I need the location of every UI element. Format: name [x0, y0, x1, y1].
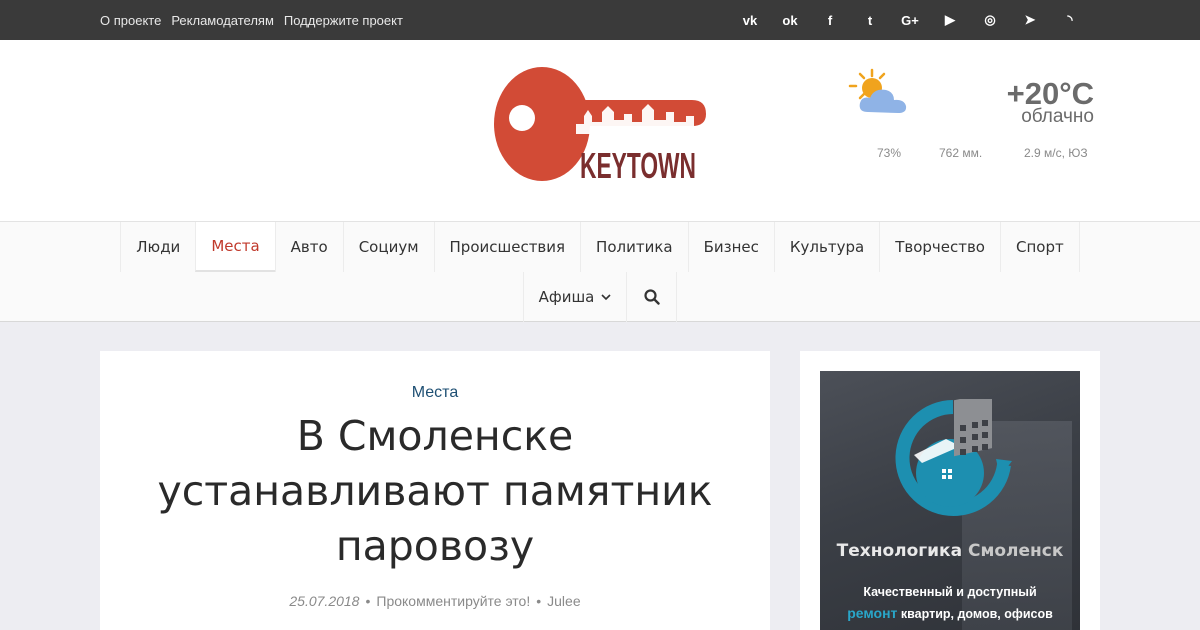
ad-name-part1: Технологика — [836, 541, 963, 561]
article-title[interactable]: В Смоленске устанавливают памятник паров… — [140, 409, 730, 574]
nav-item-creativity[interactable]: Творчество — [879, 222, 1000, 272]
rss-icon[interactable]: ◝ — [1050, 12, 1090, 28]
ad-name-part2: Смоленск — [967, 541, 1064, 561]
logo-text: KEYTOWN — [580, 145, 696, 186]
top-nav: О проекте Рекламодателям Поддержите прое… — [100, 0, 413, 40]
nav-item-politics[interactable]: Политика — [580, 222, 688, 272]
article-date: 25.07.2018 — [289, 593, 360, 609]
search-icon — [644, 289, 660, 305]
article-meta: 25.07.2018 • Прокомментируйте это! • Julee — [100, 593, 770, 609]
weather-pressure: 762 мм. — [939, 146, 983, 160]
ad-tagline-1: Качественный и доступный — [863, 585, 1037, 599]
partly-cloudy-icon — [848, 68, 907, 113]
top-link-about[interactable]: О проекте — [100, 13, 161, 28]
nav-item-incidents[interactable]: Происшествия — [433, 222, 581, 272]
nav-row: Афиша — [0, 272, 1200, 322]
site-header: KEYTOWN +20°C облачно 73% 762 мм. 2.9 м/… — [0, 40, 1200, 222]
weather-condition: облачно — [1021, 106, 1094, 127]
nav-row: Люди Места Авто Социум Происшествия Поли… — [0, 222, 1200, 272]
facebook-icon[interactable]: f — [810, 13, 850, 28]
nav-item-culture[interactable]: Культура — [773, 222, 879, 272]
meta-separator: • — [536, 593, 542, 609]
nav-item-label: Афиша — [538, 288, 595, 306]
ad-banner[interactable]: Технологика Смоленск Качественный и дост… — [820, 371, 1080, 630]
nav-item-auto[interactable]: Авто — [274, 222, 343, 272]
main-nav: Люди Места Авто Социум Происшествия Поли… — [0, 221, 1200, 322]
vk-icon[interactable]: vk — [730, 13, 770, 28]
ad-company-name: Технологика Смоленск — [820, 541, 1080, 561]
article-category[interactable]: Места — [100, 384, 770, 402]
nav-item-afisha-dropdown[interactable]: Афиша — [522, 272, 627, 322]
ad-tagline-rest: квартир, домов, офисов — [900, 607, 1053, 621]
ad-company-logo — [895, 399, 1012, 516]
nav-item-society[interactable]: Социум — [342, 222, 434, 272]
weather-humidity: 73% — [877, 146, 902, 160]
article-card: Места В Смоленске устанавливают памятник… — [100, 351, 770, 630]
site-logo[interactable]: KEYTOWN — [492, 66, 708, 186]
nav-item-business[interactable]: Бизнес — [687, 222, 774, 272]
chevron-down-icon — [601, 293, 611, 300]
ad-tagline-2: ремонт квартир, домов, офисов — [820, 605, 1080, 621]
nav-item-people[interactable]: Люди — [120, 222, 195, 272]
sidebar: Технологика Смоленск Качественный и дост… — [800, 351, 1100, 630]
google-plus-icon[interactable]: G+ — [890, 13, 930, 28]
instagram-icon[interactable]: ◎ — [970, 12, 1010, 28]
odnoklassniki-icon[interactable]: ok — [770, 13, 810, 28]
weather-wind: 2.9 м/с, ЮЗ — [1024, 146, 1088, 160]
youtube-icon[interactable]: ▶ — [930, 12, 970, 28]
ad-highlight: ремонт — [847, 605, 898, 621]
article-comments-link[interactable]: Прокомментируйте это! — [376, 593, 530, 609]
article-author[interactable]: Julee — [547, 593, 580, 609]
search-button[interactable] — [626, 272, 678, 322]
twitter-icon[interactable]: t — [850, 13, 890, 28]
nav-item-sport[interactable]: Спорт — [999, 222, 1080, 272]
telegram-icon[interactable]: ➤ — [1010, 12, 1050, 28]
top-bar: О проекте Рекламодателям Поддержите прое… — [0, 0, 1200, 40]
nav-item-places[interactable]: Места — [195, 222, 275, 272]
social-links: vk ok f t G+ ▶ ◎ ➤ ◝ — [730, 0, 1090, 40]
meta-separator: • — [365, 593, 371, 609]
top-link-advertisers[interactable]: Рекламодателям — [171, 13, 274, 28]
top-link-support[interactable]: Поддержите проект — [284, 13, 403, 28]
